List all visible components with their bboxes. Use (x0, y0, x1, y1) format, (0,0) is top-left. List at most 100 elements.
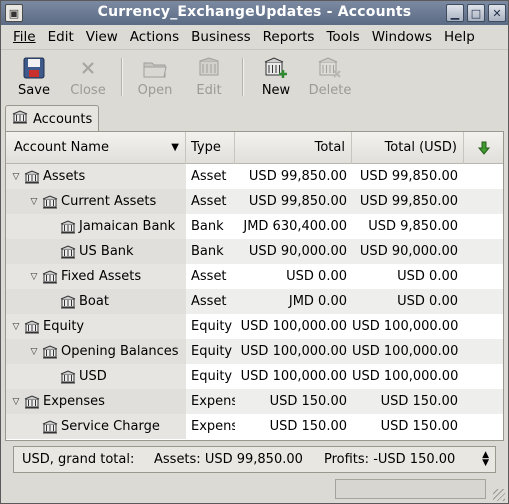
column-header-total-usd[interactable]: Total (USD) (352, 132, 464, 164)
menu-view-label: View (85, 29, 118, 45)
column-header-total[interactable]: Total (235, 132, 352, 164)
menu-file-label: File (13, 29, 36, 45)
account-icon (42, 419, 58, 434)
accounts-tree[interactable]: Account Name ▼ Type Total Total (USD) ▽ (5, 131, 504, 441)
menu-business[interactable]: Business (185, 26, 257, 48)
account-type: Expense (191, 419, 235, 434)
account-icon (60, 219, 76, 234)
resize-grip-icon[interactable] (493, 489, 505, 501)
table-row[interactable]: ▽ Assets Asset USD 99,850.00 USD 99,850.… (6, 164, 503, 189)
account-icon (24, 394, 40, 409)
menu-edit[interactable]: Edit (42, 26, 80, 48)
tab-accounts-label: Accounts (33, 111, 93, 127)
table-row[interactable]: ▽ Expenses Expense USD 150.00 USD 150.00 (6, 389, 503, 414)
edit-account-icon (197, 56, 221, 80)
table-row[interactable]: ▽ Current Assets Asset USD 99,850.00 USD… (6, 189, 503, 214)
account-icon (24, 319, 40, 334)
account-name: Assets (43, 169, 86, 184)
close-icon (76, 56, 100, 80)
delete-button[interactable]: Delete (303, 50, 357, 100)
account-icon (24, 169, 40, 184)
edit-button[interactable]: Edit (182, 50, 236, 100)
menu-file[interactable]: File (7, 26, 42, 48)
account-name: USD (79, 369, 107, 384)
account-name-cell: ▽ Equity (6, 314, 186, 339)
account-total-usd: USD 99,850.00 (359, 169, 458, 184)
column-total-label: Total (314, 140, 345, 155)
progress-field (335, 479, 486, 499)
close-button[interactable]: Close (61, 50, 115, 100)
new-label: New (261, 83, 291, 98)
menu-tools[interactable]: Tools (320, 26, 365, 48)
account-icon (60, 369, 76, 384)
open-button[interactable]: Open (128, 50, 182, 100)
table-row[interactable]: US Bank Bank USD 90,000.00 USD 90,000.00 (6, 239, 503, 264)
account-type: Asset (191, 169, 227, 184)
expander-open-icon[interactable]: ▽ (28, 271, 40, 283)
table-row[interactable]: Boat Asset JMD 0.00 USD 0.00 (6, 289, 503, 314)
column-header-type[interactable]: Type (186, 132, 235, 164)
account-total: USD 100,000.00 (240, 319, 347, 334)
title-bar[interactable]: ▣ Currency_ExchangeUpdates - Accounts ▁ … (1, 1, 508, 25)
account-type: Asset (191, 269, 227, 284)
maximize-button[interactable]: □ (467, 4, 485, 22)
account-total-usd: USD 100,000.00 (352, 344, 459, 359)
account-name-cell: ▽ Expenses (6, 389, 186, 414)
account-total-usd: USD 150.00 (380, 394, 458, 409)
close-window-button[interactable]: ✕ (488, 4, 506, 22)
table-row[interactable]: Service Charge Expense USD 150.00 USD 15… (6, 414, 503, 439)
summary-assets: Assets: USD 99,850.00 (154, 452, 303, 467)
open-folder-icon (143, 56, 167, 80)
account-type: Equity (191, 319, 233, 334)
menu-windows[interactable]: Windows (366, 26, 438, 48)
account-type: Expense (191, 394, 235, 409)
account-icon (42, 269, 58, 284)
menu-reports[interactable]: Reports (257, 26, 321, 48)
menu-actions[interactable]: Actions (124, 26, 185, 48)
menu-help-label: Help (443, 29, 475, 45)
account-name: Jamaican Bank (79, 219, 176, 234)
table-row[interactable]: ▽ Equity Equity USD 100,000.00 USD 100,0… (6, 314, 503, 339)
menu-edit-label: Edit (47, 29, 74, 45)
account-name-cell: Boat (6, 289, 186, 314)
accounts-tab-icon (12, 110, 28, 128)
column-selector-button[interactable] (464, 132, 503, 164)
table-row[interactable]: USD Equity USD 100,000.00 USD 100,000.00 (6, 364, 503, 389)
expander-open-icon[interactable]: ▽ (28, 346, 40, 358)
menu-view[interactable]: View (80, 26, 124, 48)
account-total: USD 150.00 (269, 394, 347, 409)
close-label: Close (70, 83, 106, 98)
account-name-cell: ▽ Assets (6, 164, 186, 189)
summary-spinner-icon[interactable]: ▲ ▼ (482, 451, 489, 468)
expander-open-icon[interactable]: ▽ (10, 171, 22, 183)
table-row[interactable]: Jamaican Bank Bank JMD 630,400.00 USD 9,… (6, 214, 503, 239)
account-type: Equity (191, 369, 233, 384)
save-label: Save (18, 83, 50, 98)
expander-open-icon[interactable]: ▽ (10, 396, 22, 408)
account-total: USD 100,000.00 (240, 344, 347, 359)
column-header-account-name[interactable]: Account Name ▼ (6, 132, 186, 164)
tab-accounts[interactable]: Accounts (5, 105, 99, 132)
minimize-button[interactable]: ▁ (446, 4, 464, 22)
menu-help[interactable]: Help (438, 26, 481, 48)
account-total-usd: USD 100,000.00 (352, 319, 459, 334)
open-label: Open (137, 83, 173, 98)
summary-grand-total: USD, grand total: (22, 452, 135, 467)
account-type: Equity (191, 344, 233, 359)
account-name: Opening Balances (61, 344, 179, 359)
expander-open-icon[interactable]: ▽ (10, 321, 22, 333)
menu-tools-label: Tools (326, 29, 360, 45)
account-icon (60, 294, 76, 309)
table-row[interactable]: ▽ Opening Balances Equity USD 100,000.00… (6, 339, 503, 364)
delete-label: Delete (308, 83, 352, 98)
account-total: USD 150.00 (269, 419, 347, 434)
account-total: USD 100,000.00 (240, 369, 347, 384)
account-total: USD 99,850.00 (248, 194, 347, 209)
table-row[interactable]: ▽ Fixed Assets Asset USD 0.00 USD 0.00 (6, 264, 503, 289)
summary-bar[interactable]: USD, grand total: Assets: USD 99,850.00 … (13, 446, 496, 473)
save-button[interactable]: Save (7, 50, 61, 100)
expander-open-icon[interactable]: ▽ (28, 196, 40, 208)
account-type: Bank (191, 244, 224, 259)
new-account-button[interactable]: New (249, 50, 303, 100)
account-name: US Bank (79, 244, 134, 259)
